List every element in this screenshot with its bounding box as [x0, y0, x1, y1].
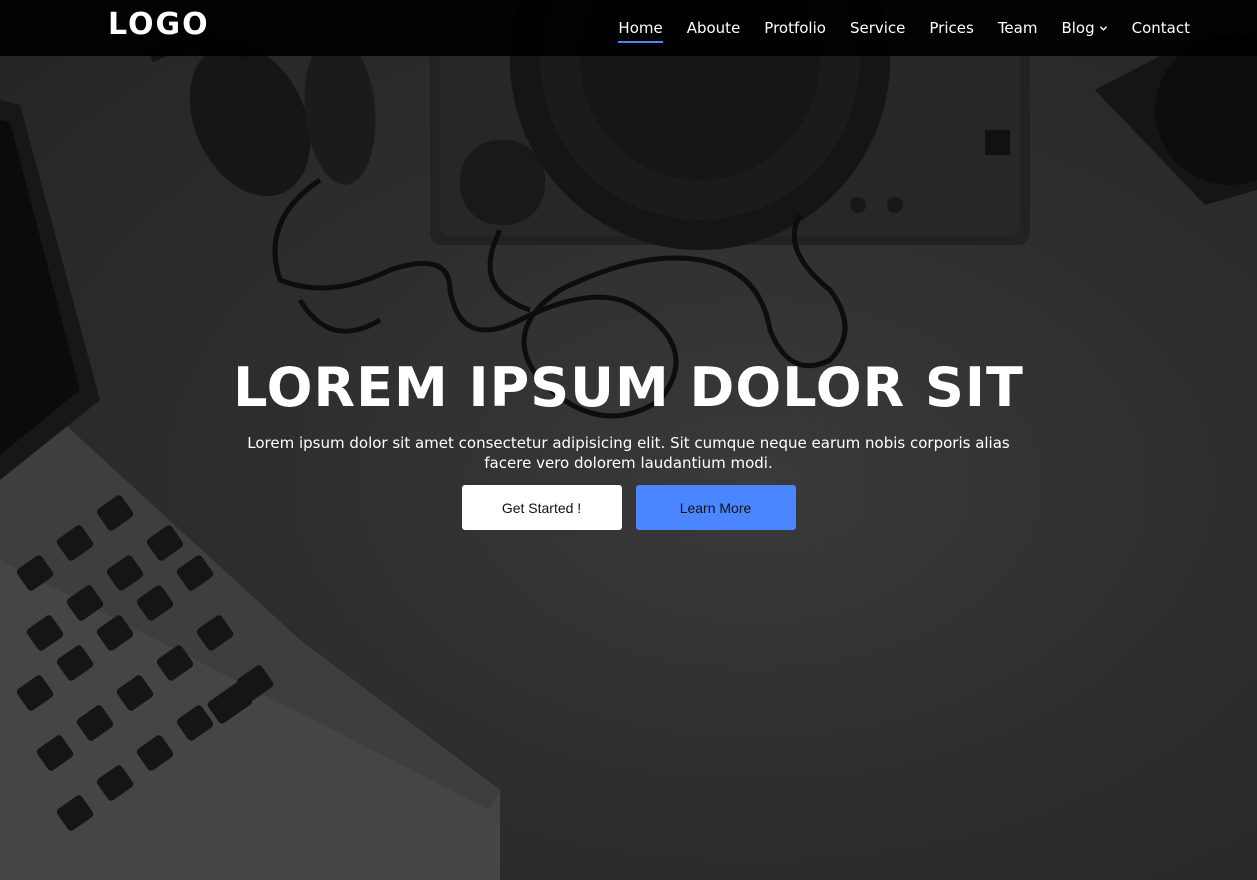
nav-item-portfolio[interactable]: Protfolio: [764, 18, 826, 38]
hero-subtitle: Lorem ipsum dolor sit amet consectetur a…: [247, 434, 1010, 472]
hero-title: LOREM IPSUM DOLOR SIT: [233, 356, 1024, 419]
navbar: LOGO Home Aboute Protfolio Service Price…: [0, 0, 1257, 56]
hero-buttons: Get Started ! Learn More: [461, 485, 796, 530]
nav-item-blog-label: Blog: [1061, 19, 1095, 37]
nav-item-prices[interactable]: Prices: [929, 18, 973, 38]
nav-links: Home Aboute Protfolio Service Prices Tea…: [618, 0, 1190, 56]
chevron-down-icon: [1099, 25, 1107, 31]
get-started-button[interactable]: Get Started !: [461, 485, 622, 530]
nav-item-home[interactable]: Home: [618, 18, 664, 43]
nav-item-team[interactable]: Team: [998, 18, 1038, 38]
learn-more-button[interactable]: Learn More: [635, 485, 796, 530]
nav-item-service[interactable]: Service: [850, 18, 905, 38]
logo[interactable]: LOGO: [108, 7, 210, 43]
nav-item-about[interactable]: Aboute: [687, 18, 741, 38]
nav-item-blog[interactable]: Blog: [1061, 18, 1107, 38]
nav-item-contact[interactable]: Contact: [1132, 18, 1190, 38]
hero-section: LOREM IPSUM DOLOR SIT Lorem ipsum dolor …: [0, 355, 1257, 530]
